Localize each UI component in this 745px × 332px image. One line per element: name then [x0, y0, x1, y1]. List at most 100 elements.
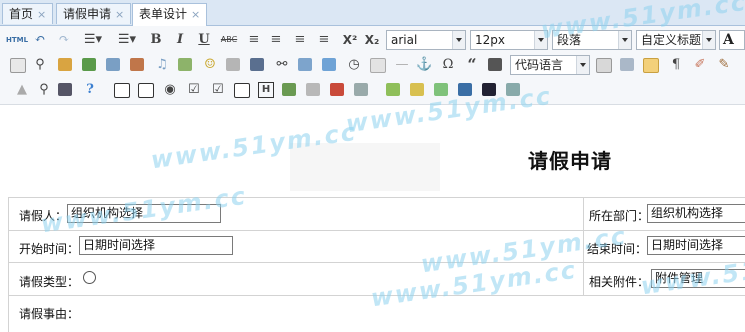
- font-color-select[interactable]: A: [719, 30, 745, 50]
- close-icon[interactable]: ×: [191, 8, 200, 21]
- close-icon[interactable]: ×: [115, 8, 124, 21]
- font-family-select[interactable]: arial: [386, 30, 466, 50]
- code-icon[interactable]: [488, 58, 502, 71]
- multi-image-icon[interactable]: [106, 58, 120, 71]
- preview-icon[interactable]: [506, 83, 520, 96]
- html-source-icon[interactable]: HTML: [6, 32, 28, 48]
- table-border: [8, 197, 745, 198]
- font-size-select[interactable]: 12px: [470, 30, 548, 50]
- map-icon[interactable]: [178, 58, 192, 71]
- start-time-field[interactable]: 日期时间选择: [79, 236, 233, 255]
- save-icon[interactable]: [482, 83, 496, 96]
- custom-title-value: 自定义标题: [641, 33, 702, 47]
- data-select-icon[interactable]: [434, 83, 448, 96]
- select-field-icon[interactable]: [234, 83, 250, 98]
- eraser-icon[interactable]: ✐: [692, 57, 708, 73]
- font-size-icon[interactable]: [10, 58, 26, 73]
- paragraph-select[interactable]: 段落: [552, 30, 632, 50]
- end-time-field[interactable]: 日期时间选择: [647, 236, 745, 255]
- table-border: [8, 197, 9, 332]
- music-icon[interactable]: ♫: [154, 57, 170, 73]
- horizontal-rule-icon[interactable]: —: [394, 57, 410, 73]
- radio-icon[interactable]: ◉: [162, 82, 178, 98]
- scrawl-icon[interactable]: [226, 58, 240, 71]
- italic-icon[interactable]: I: [172, 32, 188, 48]
- toolbar-row-3: ▲ ⚲ ? ◉ ☑ ☑ H: [0, 78, 745, 102]
- tab-leave-request-label: 请假申请: [63, 7, 112, 21]
- tab-form-design[interactable]: 表单设计 ×: [132, 3, 208, 26]
- department-label: 所在部门：: [589, 209, 650, 223]
- align-left-icon[interactable]: ≡: [246, 32, 262, 48]
- code-language-select[interactable]: 代码语言: [510, 55, 590, 75]
- redo-icon[interactable]: ↷: [56, 32, 72, 48]
- anchor-icon[interactable]: ⚓: [416, 57, 432, 73]
- font-size-value: 12px: [475, 33, 505, 47]
- unordered-list-icon[interactable]: ☰▾: [80, 32, 106, 48]
- insert-frame-icon[interactable]: [250, 58, 264, 71]
- tab-leave-request[interactable]: 请假申请 ×: [56, 3, 132, 24]
- search-replace-icon[interactable]: ⚲: [32, 57, 48, 73]
- undo-icon[interactable]: ↶: [32, 32, 48, 48]
- special-char-icon[interactable]: Ω: [440, 57, 456, 73]
- checkbox-group-icon[interactable]: ☑: [210, 82, 226, 98]
- clock-icon[interactable]: ◷: [346, 57, 362, 73]
- checkbox-icon[interactable]: ☑: [186, 82, 202, 98]
- chevron-down-icon: [576, 56, 589, 74]
- attachment-icon[interactable]: [298, 58, 312, 71]
- sub-form-icon[interactable]: [410, 83, 424, 96]
- attachment-field[interactable]: 附件管理: [651, 269, 745, 288]
- print-preview-icon[interactable]: [620, 58, 634, 71]
- calc-icon[interactable]: [354, 83, 368, 96]
- font-family-value: arial: [391, 33, 418, 47]
- applicant-field[interactable]: 组织机构选择: [67, 204, 221, 223]
- bold-icon[interactable]: B: [148, 32, 164, 48]
- ordered-list-icon[interactable]: ☰▾: [114, 32, 140, 48]
- paste-icon[interactable]: [58, 58, 72, 71]
- underline-icon[interactable]: U: [196, 32, 212, 48]
- search-icon[interactable]: ⚲: [36, 82, 52, 98]
- video-icon[interactable]: [130, 58, 144, 71]
- strikethrough-icon[interactable]: ABC: [218, 32, 240, 48]
- editor-content[interactable]: 请假申请 请假人： 组织机构选择 所在部门： 组织机构选择 开始时间： 日期时间…: [0, 105, 745, 332]
- blockquote-icon[interactable]: “: [464, 57, 480, 73]
- print-icon[interactable]: [58, 83, 72, 96]
- tab-home-label: 首页: [9, 7, 34, 21]
- hidden-field-icon[interactable]: H: [258, 82, 274, 98]
- tab-form-design-label: 表单设计: [139, 7, 188, 21]
- org-select-icon[interactable]: [282, 83, 296, 96]
- help-icon[interactable]: ?: [82, 82, 98, 98]
- chevron-down-icon: [534, 31, 547, 49]
- blurred-region: [290, 143, 440, 191]
- tab-home[interactable]: 首页 ×: [2, 3, 54, 24]
- upload-icon[interactable]: [458, 83, 472, 96]
- subscript-icon[interactable]: X₂: [362, 32, 382, 48]
- superscript-icon[interactable]: X²: [340, 32, 360, 48]
- department-field[interactable]: 组织机构选择: [647, 204, 745, 223]
- template-icon[interactable]: [370, 58, 386, 73]
- align-right-icon[interactable]: ≡: [292, 32, 308, 48]
- table-icon[interactable]: [322, 58, 336, 71]
- leave-type-radio[interactable]: [83, 271, 96, 284]
- align-center-icon[interactable]: ≡: [268, 32, 284, 48]
- text-field-icon[interactable]: [114, 83, 130, 98]
- code-language-value: 代码语言: [515, 58, 564, 72]
- link-icon[interactable]: ⚯: [274, 57, 290, 73]
- datetime-icon[interactable]: [330, 83, 344, 96]
- emoticon-icon[interactable]: ☺: [202, 57, 218, 73]
- textarea-icon[interactable]: [138, 83, 154, 98]
- close-icon[interactable]: ×: [37, 8, 46, 21]
- macro-icon[interactable]: [306, 83, 320, 96]
- image-icon[interactable]: [82, 58, 96, 71]
- custom-title-select[interactable]: 自定义标题: [636, 30, 716, 50]
- pilcrow-icon: ¶: [671, 57, 681, 72]
- list-control-icon[interactable]: [386, 83, 400, 96]
- form-title: 请假申请: [528, 149, 612, 173]
- paragraph-value: 段落: [557, 33, 582, 47]
- leave-type-label: 请假类型：: [19, 275, 80, 289]
- toolbar-row-2: ⚲ ♫ ☺ ⚯ ◷ — ⚓ Ω “ 代码语言 ¶ ✐ ✎: [0, 53, 745, 77]
- align-justify-icon[interactable]: ≡: [316, 32, 332, 48]
- arrow-up-icon[interactable]: ▲: [14, 82, 30, 98]
- ltr-direction-icon[interactable]: [643, 58, 659, 73]
- format-brush-icon[interactable]: ✎: [716, 57, 732, 73]
- page-break-icon[interactable]: [596, 58, 612, 73]
